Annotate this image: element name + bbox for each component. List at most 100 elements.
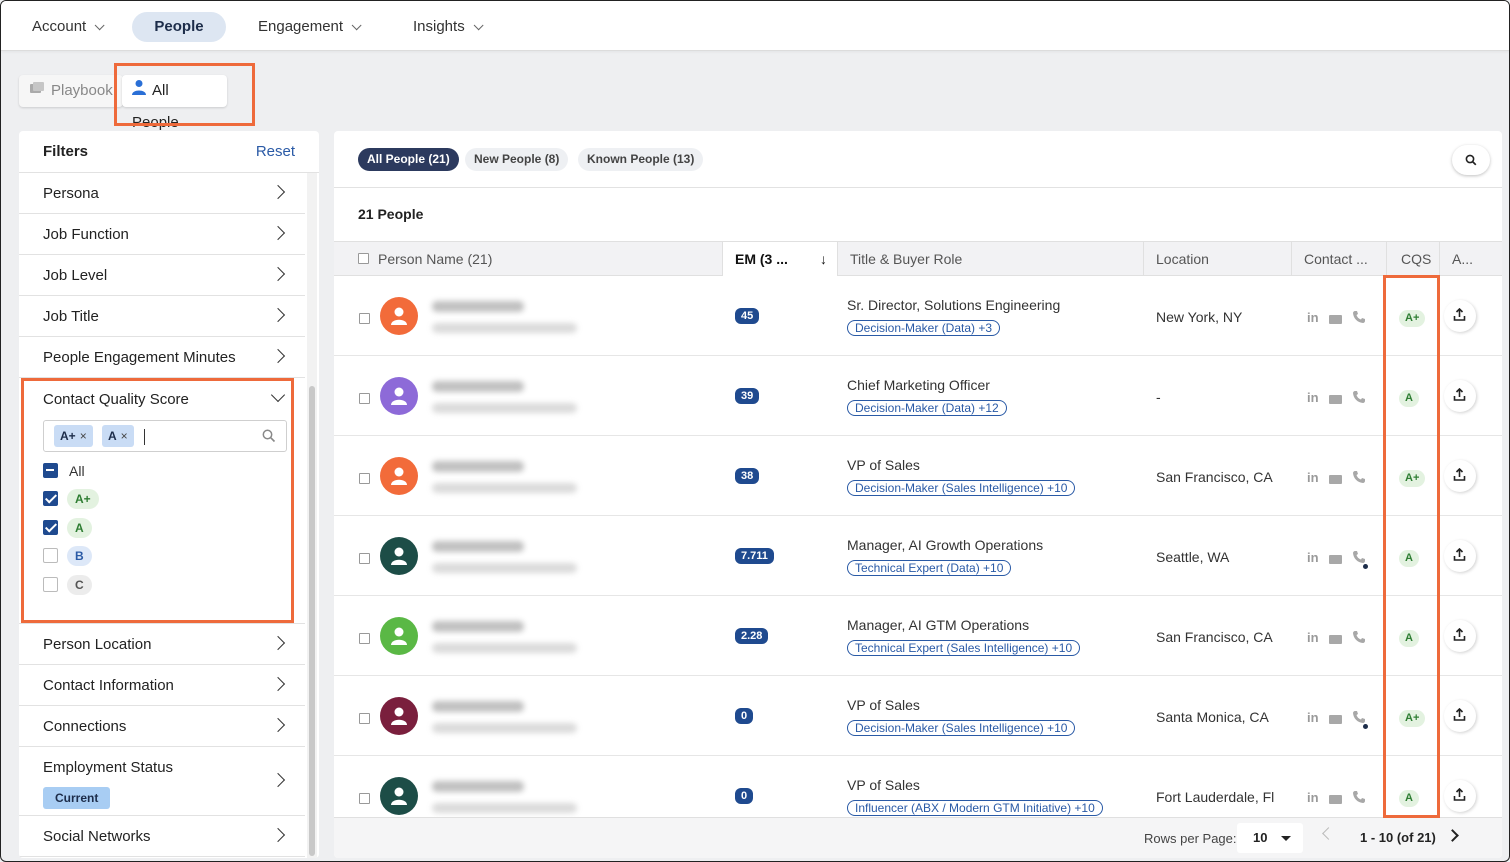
row-checkbox[interactable] bbox=[359, 393, 370, 404]
avatar[interactable] bbox=[380, 697, 418, 735]
buyer-role-tag[interactable]: Technical Expert (Data) +10 bbox=[847, 560, 1012, 576]
tab-playbook[interactable]: Playbook bbox=[19, 75, 123, 107]
table-row[interactable]: 39 Chief Marketing Officer Decision-Maker … bbox=[334, 356, 1502, 436]
email-icon[interactable] bbox=[1329, 475, 1342, 484]
table-row[interactable]: 0 VP of Sales Decision-Maker (Sales Intell… bbox=[334, 676, 1502, 756]
nav-people[interactable]: People bbox=[132, 12, 226, 42]
filter-person-location[interactable]: Person Location bbox=[19, 624, 305, 665]
email-icon[interactable] bbox=[1329, 395, 1342, 404]
row-checkbox[interactable] bbox=[359, 473, 370, 484]
chevron-right-icon bbox=[270, 827, 286, 843]
col-person-name[interactable]: Person Name (21) bbox=[366, 242, 723, 276]
filter-job-title[interactable]: Job Title bbox=[19, 296, 305, 337]
phone-icon[interactable] bbox=[1352, 470, 1366, 487]
table-row[interactable]: 45 Sr. Director, Solutions Engineering Dec… bbox=[334, 276, 1502, 356]
col-actions[interactable]: A... bbox=[1440, 242, 1502, 276]
col-cqs[interactable]: CQS bbox=[1387, 242, 1440, 276]
segment-known-people[interactable]: Known People (13) bbox=[578, 148, 704, 171]
person-name-redacted[interactable] bbox=[432, 701, 524, 712]
linkedin-icon[interactable]: in bbox=[1307, 390, 1319, 405]
buyer-role-tag[interactable]: Decision-Maker (Sales Intelligence) +10 bbox=[847, 480, 1076, 496]
linkedin-icon[interactable]: in bbox=[1307, 550, 1319, 565]
person-icon bbox=[391, 547, 407, 565]
buyer-role-tag[interactable]: Decision-Maker (Sales Intelligence) +10 bbox=[847, 720, 1076, 736]
buyer-role-tag[interactable]: Decision-Maker (Data) +3 bbox=[847, 320, 1001, 336]
avatar[interactable] bbox=[380, 777, 418, 815]
filter-persona[interactable]: Persona bbox=[19, 173, 305, 214]
col-location[interactable]: Location bbox=[1144, 242, 1292, 276]
person-name-redacted[interactable] bbox=[432, 781, 524, 792]
filter-connections[interactable]: Connections bbox=[19, 706, 305, 747]
phone-icon[interactable] bbox=[1352, 790, 1366, 807]
location: Santa Monica, CA bbox=[1156, 709, 1269, 725]
avatar[interactable] bbox=[380, 537, 418, 575]
em-score-badge: 7.711 bbox=[735, 548, 774, 564]
email-icon[interactable] bbox=[1329, 635, 1342, 644]
export-button[interactable] bbox=[1444, 540, 1476, 572]
row-checkbox[interactable] bbox=[359, 713, 370, 724]
status-dot bbox=[1363, 724, 1368, 729]
nav-engagement[interactable]: Engagement bbox=[240, 12, 376, 42]
linkedin-icon[interactable]: in bbox=[1307, 710, 1319, 725]
buyer-role-tag[interactable]: Decision-Maker (Data) +12 bbox=[847, 400, 1007, 416]
linkedin-icon[interactable]: in bbox=[1307, 470, 1319, 485]
nav-insights[interactable]: Insights bbox=[395, 12, 498, 42]
person-name-redacted[interactable] bbox=[432, 301, 524, 312]
avatar[interactable] bbox=[380, 297, 418, 335]
email-icon[interactable] bbox=[1329, 555, 1342, 564]
export-button[interactable] bbox=[1444, 380, 1476, 412]
rows-per-page-select[interactable]: 10 bbox=[1237, 823, 1303, 853]
linkedin-icon[interactable]: in bbox=[1307, 790, 1319, 805]
phone-icon[interactable] bbox=[1352, 630, 1366, 647]
job-title: VP of Sales bbox=[847, 777, 920, 793]
table-row[interactable]: 38 VP of Sales Decision-Maker (Sales Intel… bbox=[334, 436, 1502, 516]
export-button[interactable] bbox=[1444, 460, 1476, 492]
next-page-icon[interactable] bbox=[1446, 829, 1459, 842]
filter-job-level[interactable]: Job Level bbox=[19, 255, 305, 296]
buyer-role-tag[interactable]: Influencer (ABX / Modern GTM Initiative)… bbox=[847, 800, 1103, 816]
segment-all-people[interactable]: All People (21) bbox=[358, 148, 459, 171]
avatar[interactable] bbox=[380, 377, 418, 415]
nav-account[interactable]: Account bbox=[14, 12, 119, 42]
person-name-redacted[interactable] bbox=[432, 621, 524, 632]
buyer-role-tag[interactable]: Technical Expert (Sales Intelligence) +1… bbox=[847, 640, 1081, 656]
filters-scrollbar-thumb[interactable] bbox=[309, 386, 315, 856]
col-em[interactable]: EM (3 ... ↓ bbox=[723, 242, 838, 276]
prev-page-icon[interactable] bbox=[1322, 827, 1335, 840]
person-icon bbox=[391, 467, 407, 485]
email-icon[interactable] bbox=[1329, 795, 1342, 804]
export-button[interactable] bbox=[1444, 300, 1476, 332]
reset-filters-link[interactable]: Reset bbox=[256, 143, 295, 160]
company-name-redacted bbox=[432, 803, 577, 813]
row-checkbox[interactable] bbox=[359, 793, 370, 804]
table-row[interactable]: 7.711 Manager, AI Growth Operations Techni… bbox=[334, 516, 1502, 596]
book-icon bbox=[29, 75, 45, 107]
col-title-buyer-role[interactable]: Title & Buyer Role bbox=[838, 242, 1144, 276]
filter-employment-status[interactable]: Employment Status Current bbox=[19, 747, 305, 816]
email-icon[interactable] bbox=[1329, 315, 1342, 324]
export-button[interactable] bbox=[1444, 620, 1476, 652]
export-button[interactable] bbox=[1444, 780, 1476, 812]
linkedin-icon[interactable]: in bbox=[1307, 310, 1319, 325]
col-contact[interactable]: Contact ... bbox=[1292, 242, 1387, 276]
filter-job-function[interactable]: Job Function bbox=[19, 214, 305, 255]
email-icon[interactable] bbox=[1329, 715, 1342, 724]
phone-icon[interactable] bbox=[1352, 390, 1366, 407]
row-checkbox[interactable] bbox=[359, 313, 370, 324]
person-name-redacted[interactable] bbox=[432, 381, 524, 392]
filter-engagement-minutes[interactable]: People Engagement Minutes bbox=[19, 337, 305, 378]
export-button[interactable] bbox=[1444, 700, 1476, 732]
row-checkbox[interactable] bbox=[359, 633, 370, 644]
filter-social-networks[interactable]: Social Networks bbox=[19, 816, 305, 857]
segment-new-people[interactable]: New People (8) bbox=[465, 148, 569, 171]
person-name-redacted[interactable] bbox=[432, 461, 524, 472]
row-checkbox[interactable] bbox=[359, 553, 370, 564]
linkedin-icon[interactable]: in bbox=[1307, 630, 1319, 645]
avatar[interactable] bbox=[380, 457, 418, 495]
filter-contact-information[interactable]: Contact Information bbox=[19, 665, 305, 706]
phone-icon[interactable] bbox=[1352, 310, 1366, 327]
avatar[interactable] bbox=[380, 617, 418, 655]
table-search-button[interactable] bbox=[1452, 145, 1490, 175]
table-row[interactable]: 2.28 Manager, AI GTM Operations Technical … bbox=[334, 596, 1502, 676]
person-name-redacted[interactable] bbox=[432, 541, 524, 552]
